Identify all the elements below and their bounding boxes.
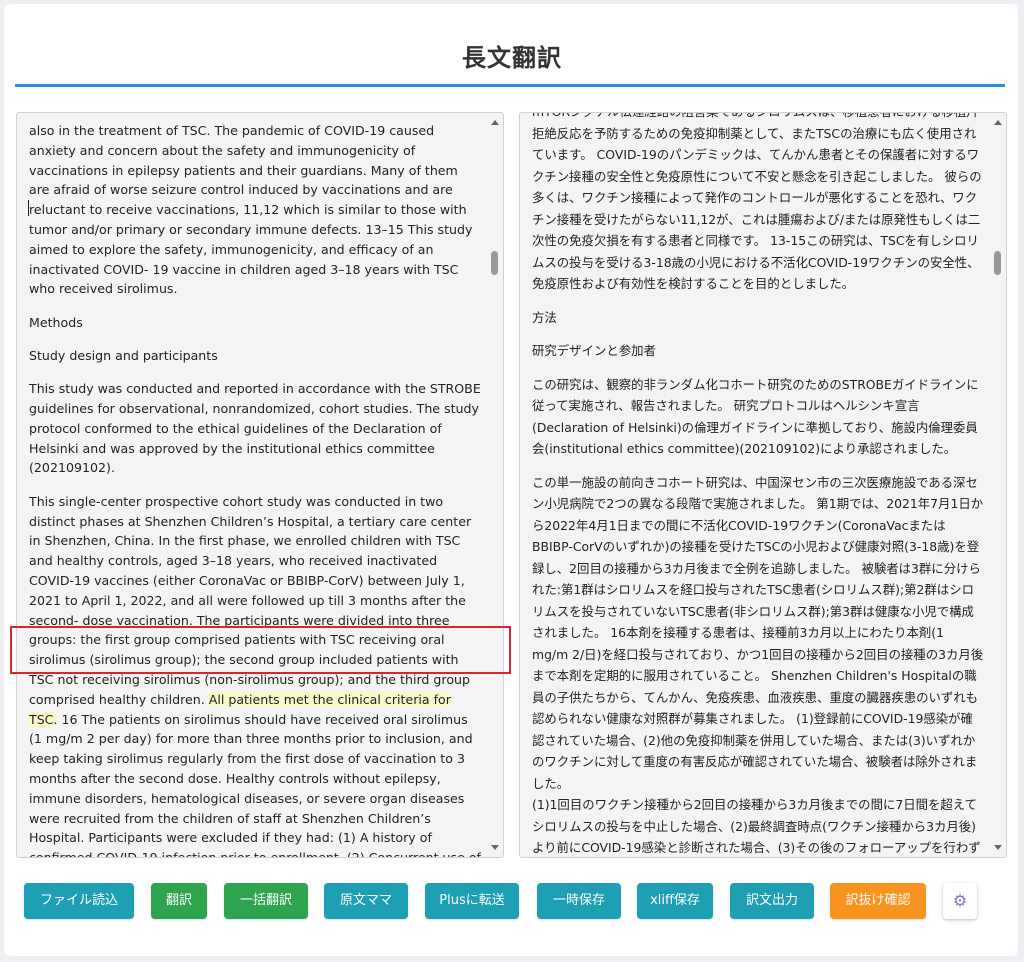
target-paragraph: 研究デザインと参加者	[532, 343, 656, 358]
keep-original-button[interactable]: 原文ママ	[324, 883, 408, 919]
source-paragraph: This single-center prospective cohort st…	[29, 493, 481, 858]
settings-button[interactable]: ⚙	[943, 883, 977, 919]
scroll-down-arrow-icon[interactable]	[491, 845, 499, 850]
title-divider	[15, 84, 1005, 87]
temp-save-button[interactable]: 一時保存	[537, 883, 621, 919]
target-text-pane[interactable]: mTORシグナル伝達経路の阻害薬であるシロリムスは、移植患者における移植片拒絶反…	[519, 112, 1007, 858]
scroll-up-arrow-icon[interactable]	[491, 120, 499, 125]
source-paragraph: also in the treatment of TSC. The pandem…	[29, 123, 473, 297]
source-paragraph: This study was conducted and reported in…	[29, 381, 481, 476]
translate-button[interactable]: 翻訳	[151, 883, 207, 919]
target-paragraph: この単一施設の前向きコホート研究は、中国深セン市の三次医療施設である深セン小児病…	[532, 474, 984, 856]
scroll-down-arrow-icon[interactable]	[994, 845, 1002, 850]
text-cursor	[28, 200, 29, 216]
source-text-content[interactable]: also in the treatment of TSC. The pandem…	[29, 121, 481, 858]
export-translation-button[interactable]: 訳文出力	[730, 883, 814, 919]
target-paragraph: 方法	[532, 309, 557, 325]
source-paragraph: Study design and participants	[29, 347, 218, 363]
send-to-plus-button[interactable]: Plusに転送	[425, 883, 519, 919]
source-scrollbar[interactable]	[489, 115, 501, 855]
annotation-box	[10, 626, 511, 674]
target-paragraph: この研究は、観察的非ランダム化コホート研究のためのSTROBEガイドラインに従っ…	[532, 376, 979, 457]
source-text-pane[interactable]: also in the treatment of TSC. The pandem…	[16, 112, 504, 858]
target-paragraph: mTORシグナル伝達経路の阻害薬であるシロリムスは、移植患者における移植片拒絶反…	[532, 113, 982, 291]
scroll-up-arrow-icon[interactable]	[994, 120, 1002, 125]
page-title: 長文翻訳	[462, 44, 562, 72]
target-scrollbar[interactable]	[992, 115, 1004, 855]
scroll-thumb[interactable]	[994, 251, 1001, 275]
scroll-thumb[interactable]	[491, 251, 498, 275]
batch-translate-button[interactable]: 一括翻訳	[224, 883, 308, 919]
xliff-save-button[interactable]: xliff保存	[637, 883, 713, 919]
source-paragraph: Methods	[29, 314, 83, 330]
check-missing-translation-button[interactable]: 訳抜け確認	[830, 883, 926, 919]
gear-icon: ⚙	[952, 891, 968, 910]
target-text-content[interactable]: mTORシグナル伝達経路の阻害薬であるシロリムスは、移植患者における移植片拒絶反…	[532, 113, 984, 857]
load-file-button[interactable]: ファイル読込	[24, 883, 134, 919]
